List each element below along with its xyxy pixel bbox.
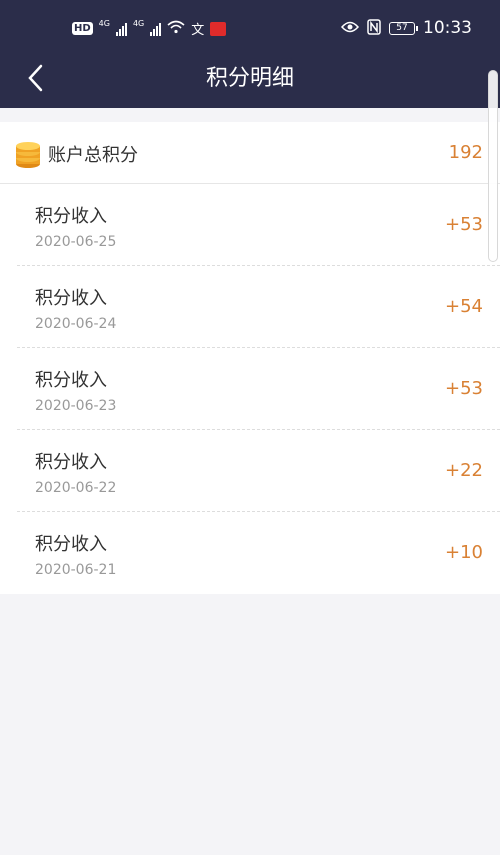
status-left: HD 4G 4G 文 bbox=[72, 18, 227, 38]
record-title: 积分收入 bbox=[35, 206, 107, 227]
app-notification-icon bbox=[210, 21, 227, 36]
record-date: 2020-06-25 bbox=[35, 234, 117, 250]
signal-icon bbox=[115, 22, 127, 36]
total-points-value: 192 bbox=[448, 142, 483, 163]
record-points: +53 bbox=[445, 378, 483, 399]
record-date: 2020-06-22 bbox=[35, 480, 117, 496]
status-bar: HD 4G 4G 文 57 10:33 bbox=[0, 0, 500, 56]
total-points-row: 账户总积分 192 bbox=[0, 122, 500, 184]
translate-icon: 文 bbox=[191, 23, 205, 38]
record-title: 积分收入 bbox=[35, 288, 107, 309]
record-points: +22 bbox=[445, 460, 483, 481]
network-type-label-2: 4G bbox=[132, 18, 145, 28]
clock: 10:33 bbox=[423, 18, 472, 38]
record-title: 积分收入 bbox=[35, 370, 107, 391]
hd-icon: HD bbox=[72, 22, 93, 35]
network-type-label: 4G bbox=[98, 18, 110, 28]
record-points: +10 bbox=[445, 542, 483, 563]
signal-icon-2 bbox=[150, 22, 162, 36]
total-points-label: 账户总积分 bbox=[48, 145, 138, 166]
record-points: +54 bbox=[445, 296, 483, 317]
record-title: 积分收入 bbox=[35, 452, 107, 473]
record-date: 2020-06-23 bbox=[35, 398, 117, 414]
list-item[interactable]: 积分收入 2020-06-24 +54 bbox=[17, 266, 500, 348]
record-points: +53 bbox=[445, 214, 483, 235]
page-title: 积分明细 bbox=[205, 66, 294, 91]
app-header: HD 4G 4G 文 57 10:33 积分明细 bbox=[0, 0, 500, 108]
list-item[interactable]: 积分收入 2020-06-21 +10 bbox=[17, 512, 500, 594]
status-right: 57 10:33 bbox=[340, 18, 472, 38]
nfc-icon bbox=[367, 18, 381, 38]
record-title: 积分收入 bbox=[35, 534, 107, 555]
record-date: 2020-06-24 bbox=[35, 316, 117, 332]
points-list: 账户总积分 192 积分收入 2020-06-25 +53 积分收入 2020-… bbox=[0, 122, 500, 594]
eye-icon bbox=[340, 21, 360, 36]
list-item[interactable]: 积分收入 2020-06-25 +53 bbox=[17, 184, 500, 266]
list-item[interactable]: 积分收入 2020-06-22 +22 bbox=[17, 430, 500, 512]
list-item[interactable]: 积分收入 2020-06-23 +53 bbox=[17, 348, 500, 430]
scrollbar[interactable] bbox=[488, 70, 498, 262]
wifi-icon bbox=[167, 20, 185, 37]
coin-stack-icon bbox=[16, 142, 40, 168]
record-date: 2020-06-21 bbox=[35, 562, 117, 578]
battery-icon: 57 bbox=[389, 21, 418, 35]
